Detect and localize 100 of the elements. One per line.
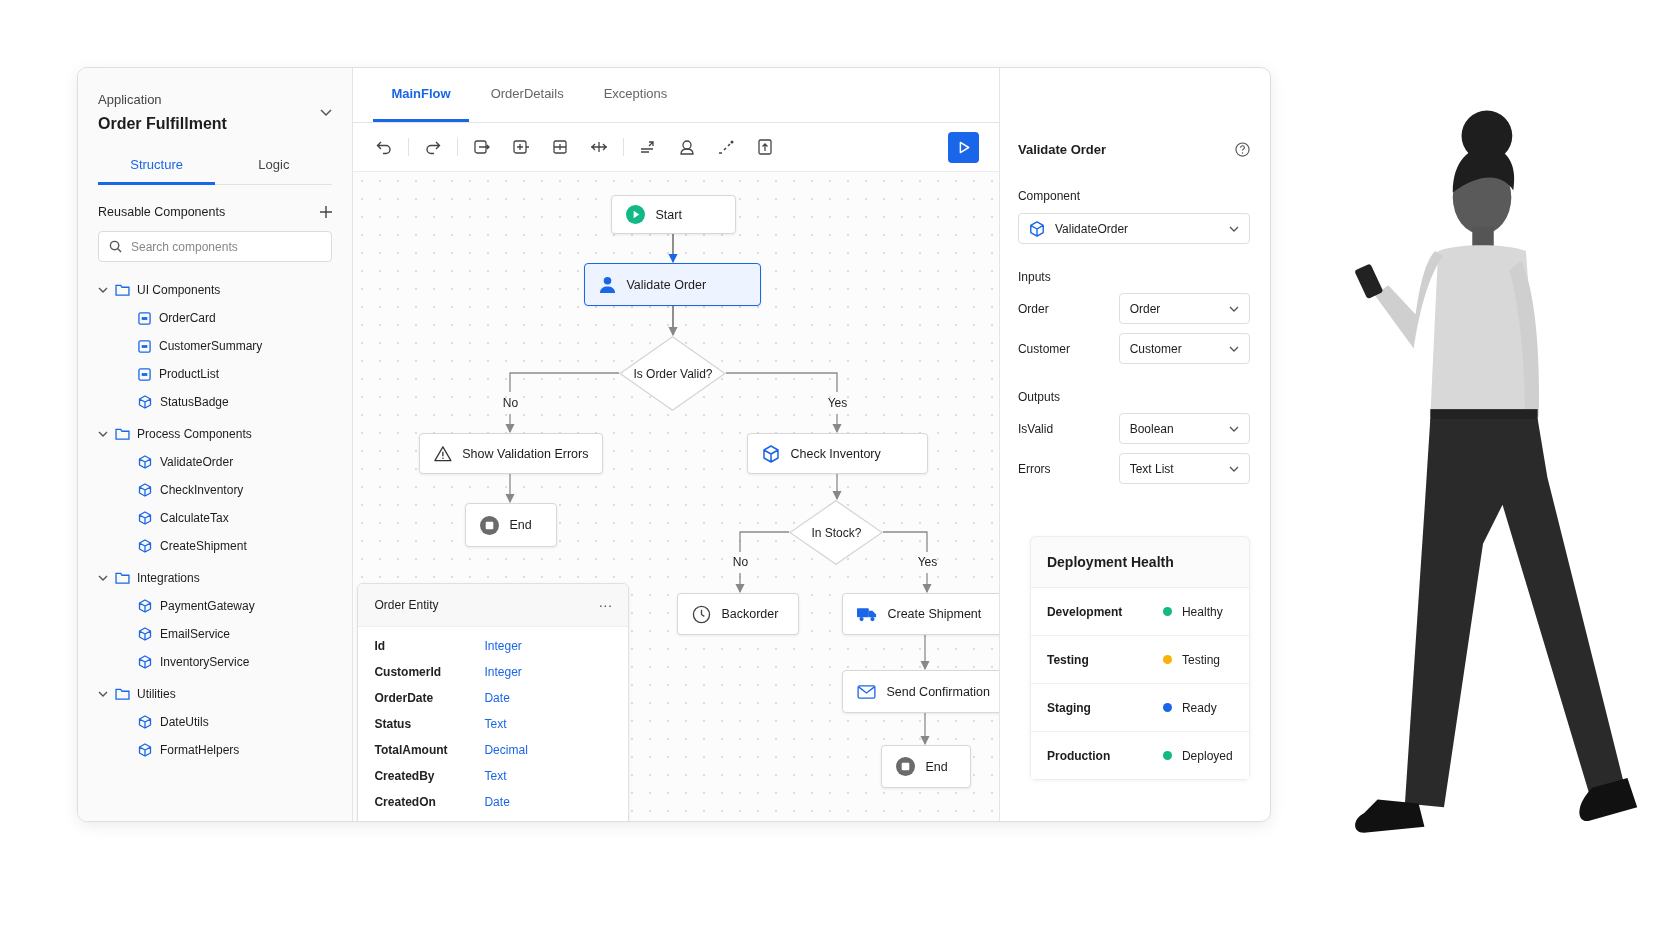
folder-icon — [115, 688, 130, 700]
tree-folder[interactable]: Integrations — [98, 564, 333, 592]
chevron-down-icon[interactable] — [320, 108, 333, 117]
input-select[interactable]: Order — [1118, 293, 1250, 324]
box-split-icon[interactable] — [551, 138, 570, 156]
flow-node[interactable]: End — [465, 503, 558, 547]
tree-item[interactable]: PaymentGateway — [98, 592, 333, 620]
cube-icon — [138, 483, 152, 497]
field-label: Component — [1017, 189, 1081, 203]
chevron-down-icon — [1228, 425, 1239, 432]
field-name: CreatedOn — [374, 795, 437, 809]
field-label: Order — [1017, 301, 1049, 316]
cube-icon — [138, 511, 152, 525]
chevron-down-icon — [1228, 345, 1239, 352]
tree-item[interactable]: ProductList — [98, 360, 333, 388]
play-icon — [958, 140, 970, 154]
tree-folder[interactable]: Utilities — [98, 680, 333, 708]
tree-item[interactable]: DateUtils — [98, 708, 333, 736]
component-select[interactable]: ValidateOrder — [1017, 213, 1250, 244]
connector-line — [739, 531, 791, 553]
stop-icon — [896, 757, 916, 776]
sidebar-tab[interactable]: Structure — [98, 149, 216, 185]
add-icon[interactable] — [320, 206, 333, 218]
tree-item[interactable]: CalculateTax — [98, 504, 333, 532]
flow-node[interactable]: Backorder — [677, 593, 800, 635]
tree-folder[interactable]: UI Components — [98, 276, 333, 304]
search-field[interactable]: Search components — [98, 231, 333, 262]
warning-icon — [434, 445, 453, 462]
connector-arrow — [832, 413, 842, 434]
tree-item[interactable]: CustomerSummary — [98, 332, 333, 360]
connector-line — [882, 531, 929, 553]
chevron-down-icon — [1228, 465, 1239, 472]
flow-tab[interactable]: Exceptions — [585, 68, 686, 122]
environment-name: Development — [1046, 604, 1124, 619]
application-label: Application — [98, 92, 163, 107]
decision-node[interactable]: Is Order Valid? — [619, 336, 727, 411]
tree-folder[interactable]: Process Components — [98, 420, 333, 448]
status-text: Deployed — [1181, 748, 1233, 763]
branch-label: Yes — [916, 554, 939, 571]
status-text: Ready — [1181, 700, 1217, 715]
stop-icon — [480, 515, 500, 535]
tree-item[interactable]: ValidateOrder — [98, 448, 333, 476]
tree-item[interactable]: InventoryService — [98, 648, 333, 676]
tree-item[interactable]: EmailService — [98, 620, 333, 648]
flow-node[interactable]: Start — [611, 195, 737, 234]
truck-icon — [857, 606, 878, 622]
output-select[interactable]: Boolean — [1118, 413, 1250, 444]
folder-icon — [115, 284, 130, 296]
cube-icon — [138, 455, 152, 469]
environment-name: Testing — [1046, 652, 1090, 667]
tree-item[interactable]: CreateShipment — [98, 532, 333, 560]
box-arrow-icon[interactable] — [473, 138, 492, 156]
tree-item[interactable]: OrderCard — [98, 304, 333, 332]
run-button[interactable] — [947, 131, 979, 163]
input-select[interactable]: Customer — [1118, 333, 1250, 364]
tree-item[interactable]: CheckInventory — [98, 476, 333, 504]
flow-node[interactable]: Send Confirmation — [842, 670, 999, 713]
environment-name: Staging — [1046, 700, 1092, 715]
connector-arrow — [920, 712, 930, 746]
connector-arrow — [920, 634, 930, 671]
flow-node[interactable]: End — [881, 745, 972, 788]
dotted-path-icon[interactable] — [717, 138, 736, 156]
panel-title: Validate Order — [1017, 142, 1107, 157]
field-label: Customer — [1017, 341, 1070, 356]
tree-item[interactable]: StatusBadge — [98, 388, 333, 416]
help-icon[interactable] — [1234, 142, 1250, 157]
chevron-down-icon — [1228, 225, 1239, 232]
output-select[interactable]: Text List — [1118, 453, 1250, 484]
field-type: Text — [484, 769, 507, 783]
field-name: CustomerId — [374, 665, 443, 679]
flow-tab[interactable]: OrderDetails — [472, 68, 582, 122]
flow-node[interactable]: Validate Order — [584, 263, 762, 306]
section-label: Outputs — [1017, 390, 1061, 404]
connector-arrow — [668, 305, 678, 337]
flow-node[interactable]: Check Inventory — [747, 433, 929, 474]
field-name: OrderDate — [374, 691, 435, 705]
cube-icon — [138, 395, 152, 409]
folder-icon — [115, 428, 130, 440]
field-type: Text — [484, 717, 507, 731]
cube-icon — [138, 539, 152, 553]
field-type: Date — [484, 795, 510, 809]
cube-icon — [1028, 220, 1045, 237]
decision-node[interactable]: In Stock? — [789, 500, 884, 565]
branch-label: No — [501, 395, 520, 412]
flow-tab[interactable]: MainFlow — [373, 68, 469, 122]
connector-arrow — [505, 473, 515, 504]
sidebar-tab[interactable]: Logic — [215, 149, 333, 185]
folder-icon — [115, 572, 130, 584]
field-label: Errors — [1017, 461, 1051, 476]
more-button[interactable]: ··· — [598, 597, 613, 613]
field-name: Id — [374, 639, 387, 653]
tree-item[interactable]: FormatHelpers — [98, 736, 333, 764]
person-outline-icon[interactable] — [678, 138, 697, 156]
field-label: IsValid — [1017, 421, 1054, 436]
branch-label: No — [731, 554, 750, 571]
flow-node[interactable]: Show Validation Errors — [419, 433, 604, 474]
play-icon — [626, 205, 646, 224]
person-icon — [599, 276, 617, 293]
search-icon — [109, 240, 122, 253]
flow-node[interactable]: Create Shipment — [842, 593, 999, 635]
